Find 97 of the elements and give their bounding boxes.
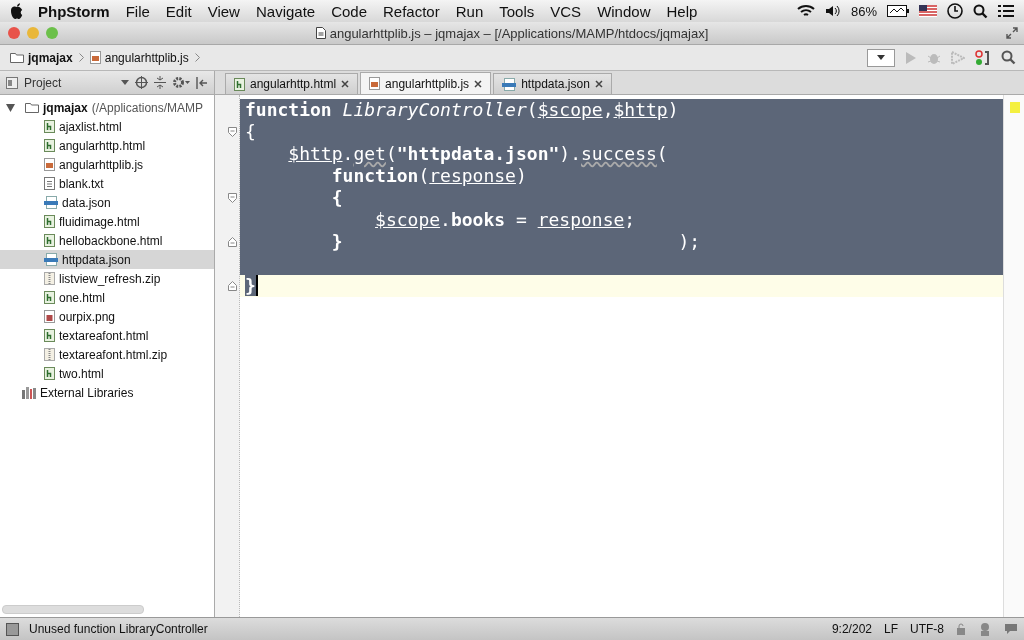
project-view-selector[interactable]: Project <box>24 75 62 90</box>
tree-item[interactable]: textareafont.html <box>0 326 214 345</box>
tree-item[interactable]: fluidimage.html <box>0 212 214 231</box>
close-tab-icon[interactable] <box>474 79 483 88</box>
editor-tab[interactable]: httpdata.json <box>493 73 612 94</box>
folder-path: (/Applications/MAMP <box>91 100 204 115</box>
fold-icon[interactable] <box>228 127 237 137</box>
tree-item[interactable]: blank.txt <box>0 174 214 193</box>
list-icon[interactable] <box>998 4 1014 18</box>
menu-item[interactable]: Window <box>597 2 651 20</box>
json-file-icon <box>44 196 58 209</box>
tree-item[interactable]: one.html <box>0 288 214 307</box>
project-icon <box>6 76 18 89</box>
library-icon <box>22 386 36 399</box>
menu-item[interactable]: File <box>125 2 150 20</box>
close-tab-icon[interactable] <box>594 80 603 88</box>
html-file-icon <box>234 77 245 91</box>
tree-item[interactable]: httpdata.json <box>0 250 214 269</box>
html-file-icon <box>44 139 55 152</box>
fullscreen-icon[interactable] <box>1006 27 1018 39</box>
battery-icon[interactable] <box>887 5 909 17</box>
tree-item[interactable]: angularhttp.html <box>0 136 214 155</box>
gear-icon[interactable] <box>172 76 190 89</box>
image-file-icon <box>44 310 55 323</box>
html-file-icon <box>44 234 55 247</box>
hide-panel-icon[interactable] <box>196 76 208 89</box>
json-file-icon <box>502 77 517 91</box>
tree-item[interactable]: data.json <box>0 193 214 212</box>
encoding-selector[interactable]: UTF-8 <box>910 622 944 636</box>
collapse-icon[interactable] <box>154 76 166 89</box>
zip-file-icon <box>44 272 55 285</box>
wifi-icon[interactable] <box>796 4 815 18</box>
menu-item[interactable]: Tools <box>499 2 535 20</box>
editor-tab[interactable]: angularhttp.html <box>225 73 359 94</box>
folder-icon <box>10 52 24 63</box>
menu-item[interactable]: Edit <box>165 2 192 20</box>
chevron-icon <box>194 53 200 62</box>
folder-icon <box>25 102 39 113</box>
status-message: Unused function LibraryController <box>29 622 208 636</box>
menu-item[interactable]: VCS <box>550 2 582 20</box>
fold-icon[interactable] <box>228 281 237 291</box>
html-file-icon <box>44 367 55 380</box>
text-file-icon <box>44 177 55 190</box>
document-icon <box>315 27 326 39</box>
zip-file-icon <box>44 348 55 361</box>
editor-tab[interactable]: angularhttplib.js <box>360 72 492 94</box>
caret-icon <box>877 55 885 60</box>
scrollbar[interactable] <box>2 605 144 614</box>
tree-item[interactable]: two.html <box>0 364 214 383</box>
caret-position[interactable]: 9:2/202 <box>831 622 872 636</box>
caret-icon[interactable] <box>121 80 129 85</box>
close-tab-icon[interactable] <box>341 80 350 88</box>
breadcrumb[interactable]: angularhttplib.js <box>87 50 191 65</box>
volume-icon[interactable] <box>824 4 841 18</box>
menu-item[interactable]: Code <box>331 2 367 20</box>
battery-percent: 86% <box>850 3 877 19</box>
app-menu[interactable]: PhpStorm <box>38 2 110 20</box>
html-file-icon <box>44 329 55 342</box>
sync-icon[interactable] <box>975 49 991 66</box>
menu-item[interactable]: Refactor <box>383 2 440 20</box>
tree-item[interactable]: listview_refresh.zip <box>0 269 214 288</box>
breadcrumb[interactable]: jqmajax <box>8 50 75 65</box>
target-icon[interactable] <box>135 76 148 89</box>
close-button[interactable] <box>8 27 20 39</box>
expand-arrow-icon[interactable] <box>6 103 15 112</box>
js-file-icon <box>44 158 55 171</box>
js-file-icon <box>369 77 381 90</box>
speech-bubble-icon[interactable] <box>1004 623 1018 635</box>
flag-icon[interactable] <box>919 5 937 17</box>
fold-icon[interactable] <box>228 193 237 203</box>
tree-item[interactable]: ajaxlist.html <box>0 117 214 136</box>
clock-icon[interactable] <box>947 3 963 19</box>
js-file-icon <box>89 51 101 64</box>
tree-item[interactable]: angularhttplib.js <box>0 155 214 174</box>
tree-item[interactable]: External Libraries <box>22 385 134 400</box>
tree-item[interactable]: hellobackbone.html <box>0 231 214 250</box>
panel-toggle-icon[interactable] <box>6 622 19 636</box>
warning-marker-icon[interactable] <box>1010 102 1020 113</box>
chevron-icon <box>78 53 84 62</box>
fold-icon[interactable] <box>228 237 237 247</box>
menu-item[interactable]: Run <box>455 2 484 20</box>
html-file-icon <box>44 120 55 133</box>
json-file-icon <box>44 253 58 266</box>
search-icon[interactable] <box>973 3 988 19</box>
search-icon[interactable] <box>1001 50 1016 65</box>
run-configuration-dropdown[interactable] <box>867 48 895 67</box>
menu-item[interactable]: View <box>207 2 240 20</box>
tree-item[interactable]: textareafont.html.zip <box>0 345 214 364</box>
tree-item[interactable]: ourpix.png <box>0 307 214 326</box>
apple-logo-icon[interactable] <box>10 3 24 19</box>
line-ending-selector[interactable]: LF <box>884 622 898 636</box>
window-title: angularhttplib.js – jqmajax – [/Applications/MAMP/htdocs/jqmajax] <box>329 25 709 41</box>
menu-item[interactable]: Navigate <box>255 2 316 20</box>
html-file-icon <box>44 215 55 228</box>
tree-item[interactable]: jqmajax <box>25 100 88 115</box>
menu-item[interactable]: Help <box>666 2 698 20</box>
html-file-icon <box>44 291 55 304</box>
